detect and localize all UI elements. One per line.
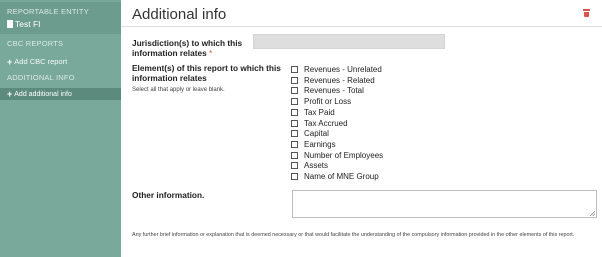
checkbox[interactable] [291, 76, 298, 84]
checkbox[interactable] [291, 151, 298, 159]
add-additional-info-link[interactable]: + Add additional info [0, 88, 121, 100]
document-icon [7, 20, 13, 28]
elements-label: Element(s) of this report to which this … [132, 63, 281, 83]
checkbox[interactable] [291, 87, 298, 95]
cbc-reports-section: CBC REPORTS [0, 39, 121, 48]
add-additional-info-label: Add additional info [14, 90, 72, 98]
page-title: Additional info [132, 6, 227, 23]
checkbox-option[interactable]: Revenues - Total [291, 85, 364, 96]
plus-icon: + [7, 89, 13, 99]
checkbox-option[interactable]: Assets [291, 160, 328, 171]
jurisdiction-input[interactable] [253, 34, 445, 49]
checkbox-option[interactable]: Capital [291, 128, 329, 139]
sidebar-item-entity[interactable]: Test FI [7, 19, 41, 29]
page-header: Additional info [121, 0, 602, 27]
entity-name: Test FI [15, 19, 41, 29]
checkbox-option[interactable]: Name of MNE Group [291, 171, 379, 182]
checkbox[interactable] [291, 66, 298, 73]
sidebar: REPORTABLE ENTITY Test FI CBC REPORTS + … [0, 0, 121, 257]
main-content: Additional info Jurisdiction(s) to which… [121, 0, 602, 257]
checkbox-option[interactable]: Tax Accrued [291, 118, 348, 129]
checkbox-option[interactable]: Revenues - Unrelated [291, 64, 382, 75]
checkbox-option[interactable]: Earnings [291, 139, 336, 150]
checkbox-option[interactable]: Tax Paid [291, 107, 335, 118]
reportable-entity-heading: REPORTABLE ENTITY [7, 7, 89, 16]
jurisdiction-label: Jurisdiction(s) to which this informatio… [132, 38, 243, 58]
checkbox[interactable] [291, 98, 298, 106]
trash-icon[interactable] [583, 9, 590, 17]
checkbox[interactable] [291, 130, 298, 138]
checkbox[interactable] [291, 119, 298, 127]
additional-info-section: ADDITIONAL INFO [0, 73, 121, 82]
resize-handle-icon[interactable] [590, 211, 595, 216]
elements-hint: Select all that apply or leave blank. [132, 87, 225, 93]
checkbox-option[interactable]: Profit or Loss [291, 96, 351, 107]
checkbox[interactable] [291, 108, 298, 116]
reportable-entity-section: REPORTABLE ENTITY Test FI [0, 2, 121, 34]
checkbox-option[interactable]: Number of Employees [291, 150, 383, 161]
other-info-label: Other information. [132, 190, 205, 200]
other-info-textarea[interactable] [292, 190, 597, 218]
checkbox[interactable] [291, 173, 298, 180]
required-marker: * [209, 48, 213, 58]
checkbox-option[interactable]: Revenues - Related [291, 75, 375, 86]
checkbox[interactable] [291, 140, 298, 148]
add-cbc-report-label: Add CBC report [14, 57, 68, 66]
other-info-help-text: Any further brief information or explana… [132, 232, 575, 238]
add-cbc-report-link[interactable]: + Add CBC report [7, 57, 67, 66]
additional-info-heading: ADDITIONAL INFO [7, 73, 75, 82]
checkbox[interactable] [291, 162, 298, 170]
cbc-reports-heading: CBC REPORTS [7, 39, 64, 48]
plus-icon: + [7, 56, 13, 67]
